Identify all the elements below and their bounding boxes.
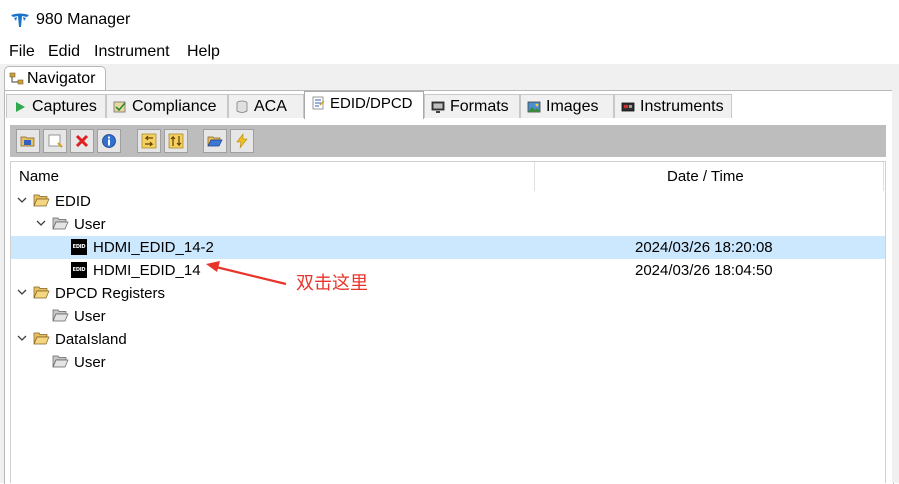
tab-aca[interactable]: ACA	[228, 94, 304, 118]
tree-row-label: DPCD Registers	[55, 285, 166, 302]
tab-images[interactable]: Images	[520, 94, 614, 118]
tree-row-label: User	[74, 354, 106, 371]
move-up-icon	[168, 133, 184, 149]
tab-instruments[interactable]: Instruments	[614, 94, 732, 118]
edid-file-icon: EDID	[71, 239, 87, 255]
folder-open-icon	[33, 194, 50, 207]
folder-icon	[52, 355, 69, 368]
folder-open-icon	[33, 332, 50, 345]
menu-instrument[interactable]: Instrument	[94, 43, 170, 61]
export-button[interactable]	[164, 129, 188, 153]
edid-icon	[312, 96, 325, 110]
menu-bar: File Edid Instrument Help	[0, 40, 899, 64]
chevron-down-icon[interactable]	[16, 286, 28, 298]
chevron-down-icon[interactable]	[35, 217, 47, 229]
tree-row-label: User	[74, 308, 106, 325]
tab-formats[interactable]: Formats	[424, 94, 520, 118]
edid-tree-table: Name Date / Time EDID User EDID HDMI_EDI…	[10, 161, 886, 483]
column-separator	[883, 162, 884, 191]
tab-compliance-label: Compliance	[132, 98, 217, 115]
play-icon	[16, 102, 25, 112]
menu-help[interactable]: Help	[187, 43, 220, 61]
tree-row-label: HDMI_EDID_14	[93, 262, 201, 279]
image-icon	[527, 101, 541, 113]
tree-row-hdmi-edid-14[interactable]: EDID HDMI_EDID_14 2024/03/26 18:04:50	[11, 259, 885, 282]
folder-icon	[52, 309, 69, 322]
tree-row-label: HDMI_EDID_14-2	[93, 239, 214, 256]
compliance-icon	[113, 101, 126, 113]
navigator-label: Navigator	[27, 70, 96, 87]
tab-images-label: Images	[546, 98, 599, 115]
app-logo-icon	[11, 13, 29, 27]
tree-row-hdmi-edid-14-2[interactable]: EDID HDMI_EDID_14-2 2024/03/26 18:20:08	[11, 236, 885, 259]
menu-file[interactable]: File	[9, 43, 35, 61]
tree-row-label: User	[74, 216, 106, 233]
tree-row-edid[interactable]: EDID	[11, 190, 885, 213]
navigator-view-tab[interactable]: Navigator	[4, 66, 106, 92]
lightning-icon	[236, 133, 248, 149]
tab-captures[interactable]: Captures	[6, 94, 106, 118]
move-left-icon	[141, 133, 157, 149]
new-edid-button[interactable]	[43, 129, 67, 153]
toolbar	[10, 125, 886, 157]
tree-row-label: DataIsland	[55, 331, 127, 348]
tree-row-edid-user[interactable]: User	[11, 213, 885, 236]
chevron-down-icon[interactable]	[16, 194, 28, 206]
new-folder-button[interactable]	[16, 129, 40, 153]
annotation-text: 双击这里	[296, 273, 368, 293]
tree-row-date: 2024/03/26 18:04:50	[635, 262, 773, 279]
column-header-name[interactable]: Name	[19, 168, 59, 185]
tree-row-dpcd-user[interactable]: User	[11, 305, 885, 328]
title-bar: 980 Manager	[0, 0, 899, 40]
folder-open-icon	[33, 286, 50, 299]
monitor-icon	[431, 101, 445, 113]
info-button[interactable]	[97, 129, 121, 153]
apply-button[interactable]	[230, 129, 254, 153]
tree-row-label: EDID	[55, 193, 91, 210]
delete-icon	[75, 134, 89, 148]
tab-captures-label: Captures	[32, 98, 97, 115]
import-button[interactable]	[137, 129, 161, 153]
chevron-down-icon[interactable]	[16, 332, 28, 344]
column-separator[interactable]	[534, 162, 535, 191]
instrument-icon	[621, 102, 635, 112]
folder-open-icon	[52, 217, 69, 230]
tab-formats-label: Formats	[450, 98, 509, 115]
column-header-date[interactable]: Date / Time	[667, 168, 744, 185]
tree-row-dpcd-registers[interactable]: DPCD Registers	[11, 282, 885, 305]
annotation-arrow-icon	[206, 261, 287, 286]
tree-row-dataisland[interactable]: DataIsland	[11, 328, 885, 351]
window-edge	[892, 66, 899, 483]
tree-row-date: 2024/03/26 18:20:08	[635, 239, 773, 256]
tab-edid-dpcd[interactable]: EDID/DPCD	[304, 91, 424, 119]
window-title: 980 Manager	[36, 11, 131, 28]
database-icon	[236, 100, 248, 113]
info-icon	[102, 134, 116, 148]
navigator-tree-icon	[9, 72, 24, 85]
tab-compliance[interactable]: Compliance	[106, 94, 228, 118]
menu-edid[interactable]: Edid	[48, 43, 80, 61]
open-folder-button[interactable]	[203, 129, 227, 153]
edid-file-icon: EDID	[71, 262, 87, 278]
tab-instruments-label: Instruments	[640, 98, 724, 115]
open-folder-icon	[207, 136, 223, 147]
tab-edid-dpcd-label: EDID/DPCD	[330, 95, 413, 112]
tab-aca-label: ACA	[254, 98, 287, 115]
new-file-icon	[48, 134, 63, 148]
delete-button[interactable]	[70, 129, 94, 153]
tree-row-dataisland-user[interactable]: User	[11, 351, 885, 374]
new-folder-icon	[20, 136, 35, 147]
